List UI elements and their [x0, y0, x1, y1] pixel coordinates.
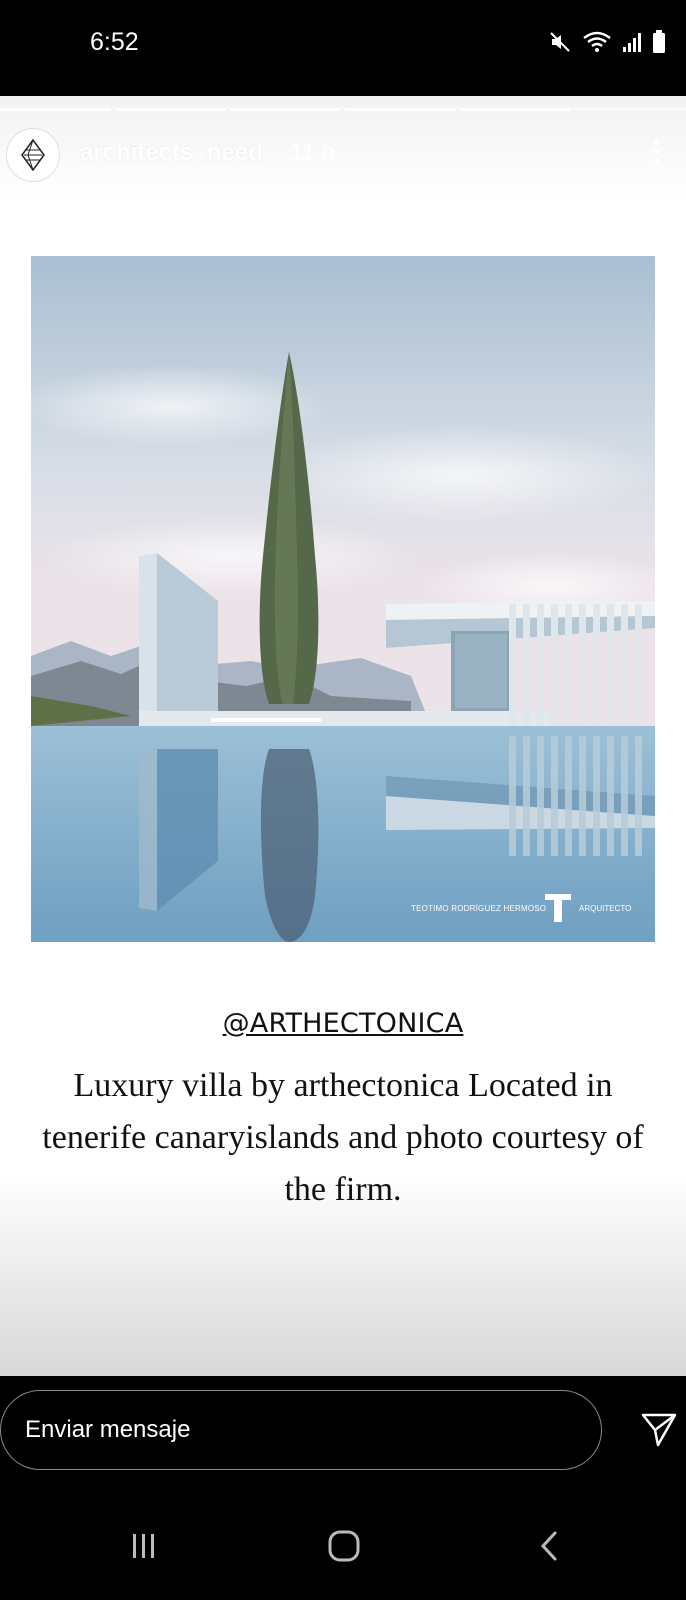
- avatar[interactable]: [6, 128, 60, 182]
- progress-segment: [460, 108, 571, 111]
- story-view[interactable]: architects_need 11 h TEOTIMO RODRÍGUEZ H…: [0, 96, 686, 1376]
- more-options-icon[interactable]: [650, 136, 662, 172]
- villa-render-illustration: [31, 256, 655, 942]
- mute-icon: [548, 30, 572, 54]
- signal-icon: [622, 31, 642, 53]
- message-input[interactable]: [0, 1390, 602, 1470]
- mention-link[interactable]: @ARTHECTONICA: [0, 1008, 686, 1039]
- story-timestamp: 11 h: [290, 139, 335, 166]
- back-icon[interactable]: [530, 1526, 570, 1566]
- reply-bar: [0, 1376, 686, 1486]
- send-icon[interactable]: [640, 1410, 680, 1450]
- story-header: architects_need 11 h: [0, 124, 686, 184]
- home-icon[interactable]: [324, 1526, 364, 1566]
- architects-need-logo-icon: [21, 138, 45, 172]
- recent-apps-icon[interactable]: [124, 1526, 164, 1566]
- battery-icon: [652, 30, 666, 54]
- status-icons: [548, 30, 666, 54]
- progress-segment: [230, 108, 341, 111]
- post-image: TEOTIMO RODRÍGUEZ HERMOSO ARQUITECTO: [31, 256, 655, 942]
- wifi-icon: [582, 30, 612, 54]
- progress-segment: [0, 108, 111, 111]
- nav-bar: [0, 1486, 686, 1600]
- story-username[interactable]: architects_need: [80, 139, 263, 167]
- status-bar: 6:52: [0, 0, 686, 96]
- progress-segment: [345, 108, 456, 111]
- progress-segment: [575, 108, 686, 111]
- progress-segment: [115, 108, 226, 111]
- status-time: 6:52: [90, 28, 139, 56]
- story-caption: Luxury villa by arthectonica Located in …: [42, 1067, 644, 1208]
- story-progress: [0, 108, 686, 111]
